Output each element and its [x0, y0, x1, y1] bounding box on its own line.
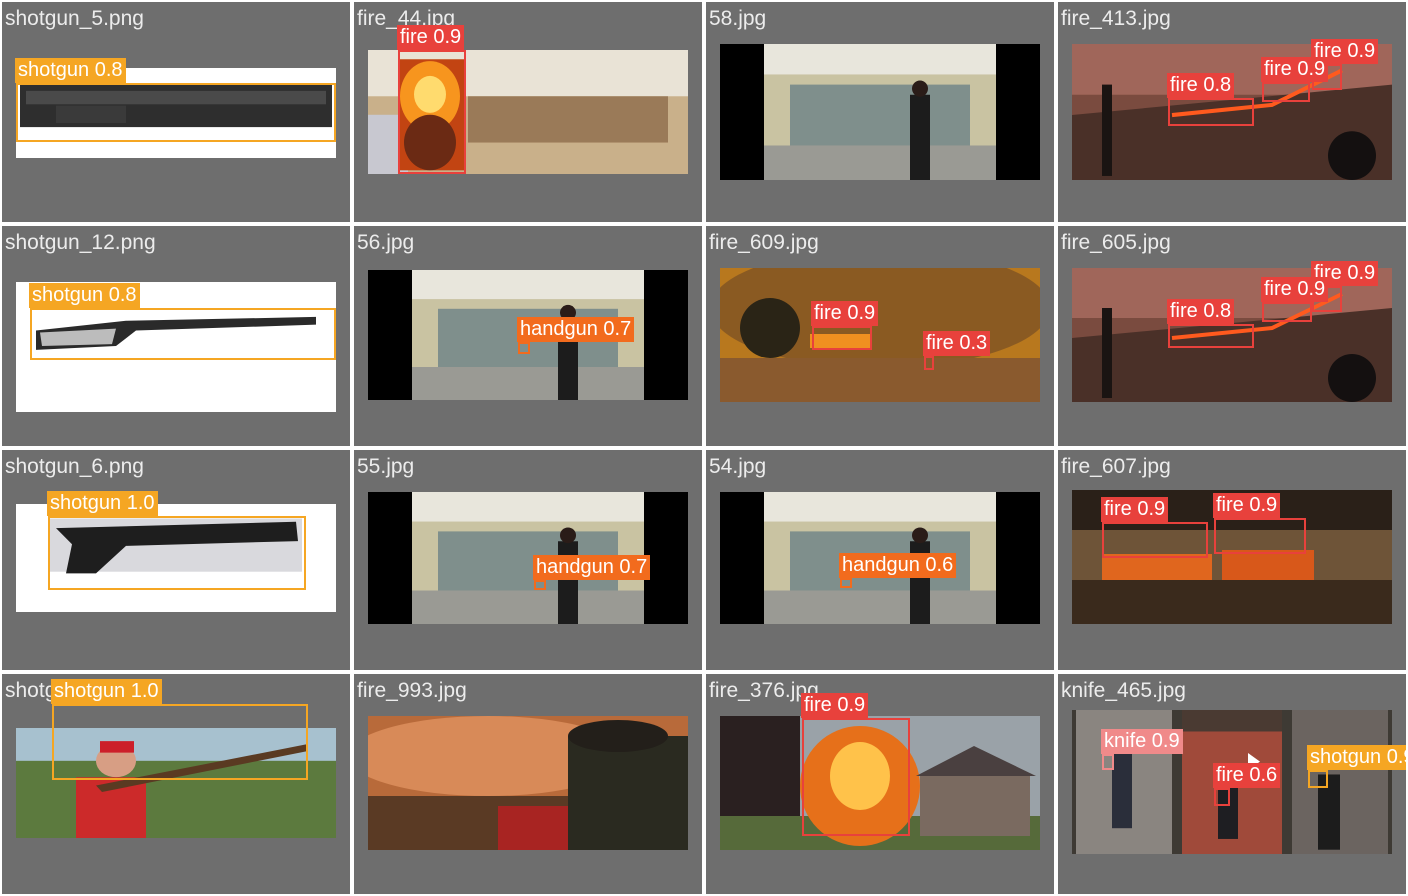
detection-box	[802, 718, 910, 836]
detection-label: shotgun 1.0	[51, 679, 162, 704]
image-tile[interactable]: fire_609.jpg fire 0.9 fire 0.3	[706, 226, 1054, 446]
detection-label: handgun 0.7	[533, 555, 651, 580]
detection-box	[398, 50, 466, 174]
detection-box	[1214, 788, 1230, 806]
image-tile[interactable]: 56.jpg handgun 0.7	[354, 226, 702, 446]
tile-filename: shotgun_6.png	[5, 455, 144, 478]
detection-label: fire 0.9	[811, 301, 879, 326]
image-tile[interactable]: fire_607.jpg fire 0.9 fire 0.9	[1058, 450, 1406, 670]
tile-image	[720, 44, 1040, 180]
tile-filename: 55.jpg	[357, 455, 415, 478]
tile-filename: 54.jpg	[709, 455, 767, 478]
detection-label: shotgun 1.0	[47, 491, 158, 516]
tile-filename: fire_605.jpg	[1061, 231, 1171, 254]
tile-filename: fire_609.jpg	[709, 231, 819, 254]
detection-label: fire 0.9	[1261, 277, 1329, 302]
detection-box	[48, 516, 306, 590]
detection-label: fire 0.8	[1167, 73, 1235, 98]
detection-label: fire 0.3	[923, 331, 991, 356]
detection-label: shotgun 0.8	[29, 283, 140, 308]
tile-filename: fire_607.jpg	[1061, 455, 1171, 478]
scene-image	[720, 44, 1040, 180]
detection-box	[16, 83, 336, 142]
image-tile[interactable]: fire_44.jpg fire 0.9	[354, 2, 702, 222]
tile-filename: shotgun_12.png	[5, 231, 156, 254]
detection-label: fire 0.9	[1213, 493, 1281, 518]
detection-label: handgun 0.7	[517, 317, 635, 342]
tile-filename: fire_413.jpg	[1061, 7, 1171, 30]
tile-image	[720, 268, 1040, 402]
detection-box	[1262, 302, 1312, 322]
tile-filename: fire_993.jpg	[357, 679, 467, 702]
image-tile[interactable]: fire_376.jpg fire 0.9	[706, 674, 1054, 894]
detection-label: fire 0.9	[1101, 497, 1169, 522]
detection-box	[812, 326, 872, 350]
scene-image	[720, 268, 1040, 402]
detection-box	[1308, 770, 1328, 788]
detection-box	[518, 342, 530, 354]
detection-box	[840, 578, 852, 588]
image-tile[interactable]: knife_465.jpg knife 0.9 fire 0.6 shotgun 0…	[1058, 674, 1406, 894]
detection-box	[1168, 98, 1254, 126]
image-tile[interactable]: fire_605.jpg fire 0.9 fire 0.9 fire 0.8	[1058, 226, 1406, 446]
image-tile[interactable]: shotgun_6.png shotgun 1.0	[2, 450, 350, 670]
detection-box	[1168, 324, 1254, 348]
detection-box	[1214, 518, 1306, 554]
image-tile[interactable]: 55.jpg handgun 0.7	[354, 450, 702, 670]
image-tile[interactable]: fire_993.jpg	[354, 674, 702, 894]
detection-label: shotgun 0.8	[15, 58, 126, 83]
detection-label: shotgun 0.9	[1307, 745, 1406, 770]
image-tile[interactable]: shotgun_5.png shotgun 0.8	[2, 2, 350, 222]
detection-box	[1262, 82, 1310, 102]
detection-label: fire 0.9	[1261, 57, 1329, 82]
detection-label: fire 0.8	[1167, 299, 1235, 324]
detection-box	[924, 356, 934, 370]
tile-filename: shotgun_5.png	[5, 7, 144, 30]
detection-label: handgun 0.6	[839, 553, 957, 578]
tile-filename: 56.jpg	[357, 231, 415, 254]
detection-box	[30, 308, 336, 360]
image-tile[interactable]: 54.jpg handgun 0.6	[706, 450, 1054, 670]
scene-image	[368, 716, 688, 850]
detection-box	[1102, 522, 1208, 558]
image-tile[interactable]: fire_413.jpg fire 0.9 fire 0.9 fire 0.8	[1058, 2, 1406, 222]
tile-filename: knife_465.jpg	[1061, 679, 1186, 702]
tile-image	[368, 716, 688, 850]
detection-label: fire 0.9	[397, 25, 465, 50]
detection-box	[52, 704, 308, 780]
detection-box	[1102, 754, 1114, 770]
tile-filename: 58.jpg	[709, 7, 767, 30]
image-tile[interactable]: shotgun_12.png shotgun 0.8	[2, 226, 350, 446]
detection-label: fire 0.6	[1213, 763, 1281, 788]
mosaic-grid: shotgun_5.png shotgun 0.8 fire_44.jpg fir…	[0, 0, 1408, 896]
detection-label: fire 0.9	[801, 693, 869, 718]
detection-box	[534, 580, 546, 590]
image-tile[interactable]: 58.jpg	[706, 2, 1054, 222]
detection-label: knife 0.9	[1101, 729, 1183, 754]
image-tile[interactable]: shotgun_88.png shotgun 1.0	[2, 674, 350, 894]
